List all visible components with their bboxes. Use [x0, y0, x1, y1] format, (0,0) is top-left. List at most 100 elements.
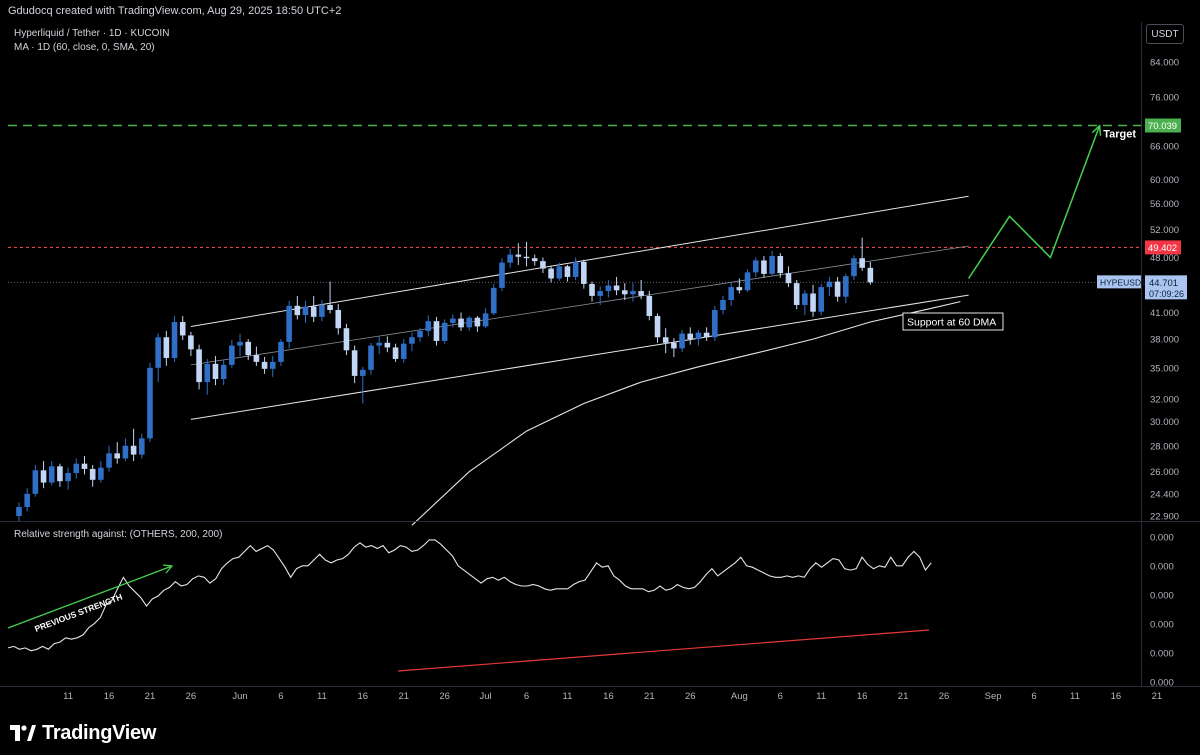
time-tick-label: 21 [898, 691, 909, 702]
candle [360, 366, 366, 404]
candle [196, 344, 202, 390]
candle [24, 488, 30, 512]
time-tick-label: 26 [439, 691, 450, 702]
currency-button[interactable]: USDT [1146, 24, 1184, 44]
price-chart[interactable]: PREVIOUS STRENGTH 84.00076.00066.00060.0… [0, 0, 1200, 712]
time-tick-label: 21 [398, 691, 409, 702]
candle-body [188, 335, 194, 350]
candle-body [752, 260, 759, 273]
candle-body [229, 345, 235, 365]
time-tick-label: 21 [644, 691, 655, 702]
candle [57, 463, 63, 487]
candle [662, 328, 669, 354]
candle-body [851, 258, 857, 277]
candle-body [302, 306, 309, 316]
candle-body [450, 318, 456, 323]
candle [392, 343, 399, 362]
time-tick-label: 6 [524, 691, 529, 702]
candle [761, 256, 767, 278]
candle-body [671, 342, 677, 349]
price-tick-label: 35.000 [1150, 363, 1179, 374]
candle-body [204, 363, 211, 383]
candle [744, 269, 751, 292]
axis-divider [1141, 22, 1142, 687]
candle [245, 339, 252, 360]
candle-body [392, 347, 399, 359]
candle [572, 257, 579, 281]
candle-body [441, 322, 448, 341]
candle [229, 340, 235, 368]
candle-body [171, 322, 178, 358]
candle-body [679, 333, 685, 349]
candle [523, 241, 530, 267]
candle-body [147, 367, 153, 439]
candle-body [818, 287, 825, 312]
time-tick-label: 11 [1070, 691, 1080, 702]
candle-body [57, 466, 63, 482]
time-tick-label: 6 [778, 691, 783, 702]
countdown-label: 07:09:26 [1149, 289, 1184, 299]
candle [720, 295, 726, 315]
candle-body [720, 299, 726, 310]
candle [368, 342, 374, 375]
price-tick-label: 28.000 [1150, 441, 1179, 452]
symbol-legend[interactable]: Hyperliquid / Tether · 1D · KUCOIN [14, 28, 169, 39]
candle [48, 461, 55, 486]
candle [810, 284, 816, 317]
candle [785, 266, 792, 288]
candle-body [515, 254, 522, 257]
moving-average [411, 301, 961, 526]
candle-body [662, 337, 669, 343]
candle [515, 243, 522, 265]
candle-body [736, 287, 743, 291]
tradingview-icon [10, 725, 36, 741]
candle-body [220, 364, 227, 379]
candle [32, 464, 39, 497]
time-tick-label: Aug [731, 691, 748, 702]
price-tick-label: 52.000 [1150, 225, 1179, 236]
candle-body [261, 361, 268, 369]
candle-body [499, 262, 505, 288]
candle-body [621, 290, 628, 295]
candle [89, 464, 96, 487]
candle-body [474, 317, 481, 327]
time-tick-label: 11 [317, 691, 327, 702]
candle-body [842, 276, 849, 297]
price-tick-label: 41.000 [1150, 308, 1179, 319]
time-tick-label: 6 [278, 691, 283, 702]
candle-body [122, 445, 129, 459]
candle-body [490, 287, 497, 314]
candle [409, 332, 415, 352]
price-tick-label: 32.000 [1150, 395, 1179, 406]
candle [73, 458, 80, 479]
candle-body [712, 309, 718, 338]
projection-arrow [967, 125, 1101, 279]
candle [40, 461, 47, 489]
ma-60-line [411, 301, 961, 526]
candle [540, 257, 546, 274]
candle-body [540, 261, 546, 269]
candle-body [744, 272, 751, 291]
candle [826, 276, 833, 296]
candle [793, 280, 800, 310]
ma-legend[interactable]: MA · 1D (60, close, 0, SMA, 20) [14, 42, 155, 53]
candle-body [89, 468, 96, 480]
candle [122, 438, 129, 462]
candle [319, 299, 325, 322]
rs-legend[interactable]: Relative strength against: (OTHERS, 200,… [14, 529, 222, 540]
candle-body [409, 337, 415, 344]
candle [98, 461, 104, 483]
price-tick-label: 56.000 [1150, 199, 1179, 210]
rs-tick-label: 0.000 [1150, 620, 1174, 631]
candle [589, 281, 595, 302]
candle-body [130, 445, 137, 455]
candle [310, 295, 317, 323]
candle [343, 323, 350, 356]
candle [384, 336, 391, 353]
candle [802, 290, 808, 316]
candle-body [368, 345, 374, 370]
candle [818, 283, 825, 316]
candle [851, 255, 857, 281]
candle [474, 315, 481, 332]
tradingview-logo[interactable]: TradingView [10, 720, 156, 746]
